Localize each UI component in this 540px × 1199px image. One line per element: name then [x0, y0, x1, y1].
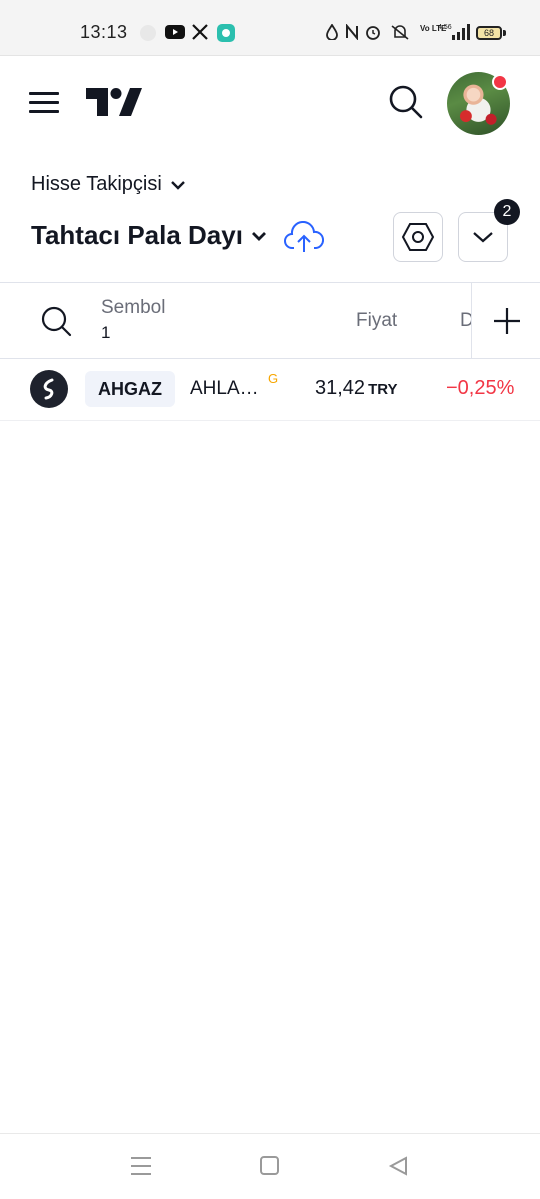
- nfc-icon: [346, 24, 358, 40]
- signal-icon: [452, 24, 470, 40]
- company-name: AHLA…: [190, 378, 259, 399]
- symbol-search-icon[interactable]: [40, 305, 72, 337]
- cloud-upload-icon[interactable]: [284, 221, 324, 255]
- water-drop-icon: [326, 24, 338, 40]
- recents-icon[interactable]: [130, 1156, 152, 1176]
- home-icon[interactable]: [259, 1156, 281, 1176]
- add-symbol-button[interactable]: [471, 283, 540, 358]
- alarm-icon: [366, 26, 380, 40]
- mute-icon: [391, 25, 409, 40]
- hexagon-settings-icon: [401, 223, 435, 251]
- notification-icon: [140, 25, 156, 41]
- x-icon: [192, 24, 208, 40]
- menu-button[interactable]: [29, 92, 59, 114]
- back-icon[interactable]: [388, 1156, 410, 1176]
- network-speed: 4,56: [438, 24, 452, 31]
- price-value: 31,42 TRY: [315, 377, 398, 400]
- chevron-down-icon: [251, 231, 266, 241]
- company-logo: [30, 370, 68, 408]
- symbol-count: 1: [101, 323, 111, 342]
- price-number: 31,42: [315, 377, 366, 399]
- ticker-badge: AHGAZ: [85, 371, 175, 407]
- company-logo-icon: [43, 378, 54, 400]
- chevron-down-icon: [170, 180, 185, 190]
- avatar-status-dot: [492, 74, 508, 90]
- section-label: Hisse Takipçisi: [31, 173, 162, 195]
- chevron-down-icon: [473, 232, 493, 243]
- battery-tip: [503, 30, 506, 36]
- table-header: Sembol 1 Fiyat D: [0, 282, 540, 359]
- section-selector[interactable]: Hisse Takipçisi: [31, 173, 186, 196]
- status-time: 13:13: [80, 22, 128, 42]
- watchlist-name: Tahtacı Pala Dayı: [31, 220, 243, 250]
- chat-icon: [217, 24, 235, 42]
- watchlist-selector[interactable]: Tahtacı Pala Dayı: [31, 220, 267, 251]
- table-row[interactable]: AHGAZ AHLA… G 31,42 TRY −0,25%: [0, 359, 540, 421]
- change-value: −0,25%: [446, 377, 515, 399]
- exchange-flag: G: [268, 371, 279, 386]
- tradingview-logo[interactable]: [86, 88, 142, 116]
- search-icon[interactable]: [388, 84, 424, 120]
- battery-indicator: 68: [476, 26, 502, 40]
- system-nav-bar: [0, 1133, 540, 1199]
- status-bar: 13:13 Vo LTE 4,56 68: [0, 0, 540, 56]
- column-header-price[interactable]: Fiyat: [356, 310, 397, 332]
- settings-button[interactable]: [393, 212, 443, 262]
- price-currency: TRY: [368, 381, 398, 398]
- notification-badge: 2: [494, 199, 520, 225]
- column-header-symbol[interactable]: Sembol: [101, 297, 165, 319]
- plus-icon: [493, 307, 520, 334]
- youtube-icon: [165, 25, 185, 39]
